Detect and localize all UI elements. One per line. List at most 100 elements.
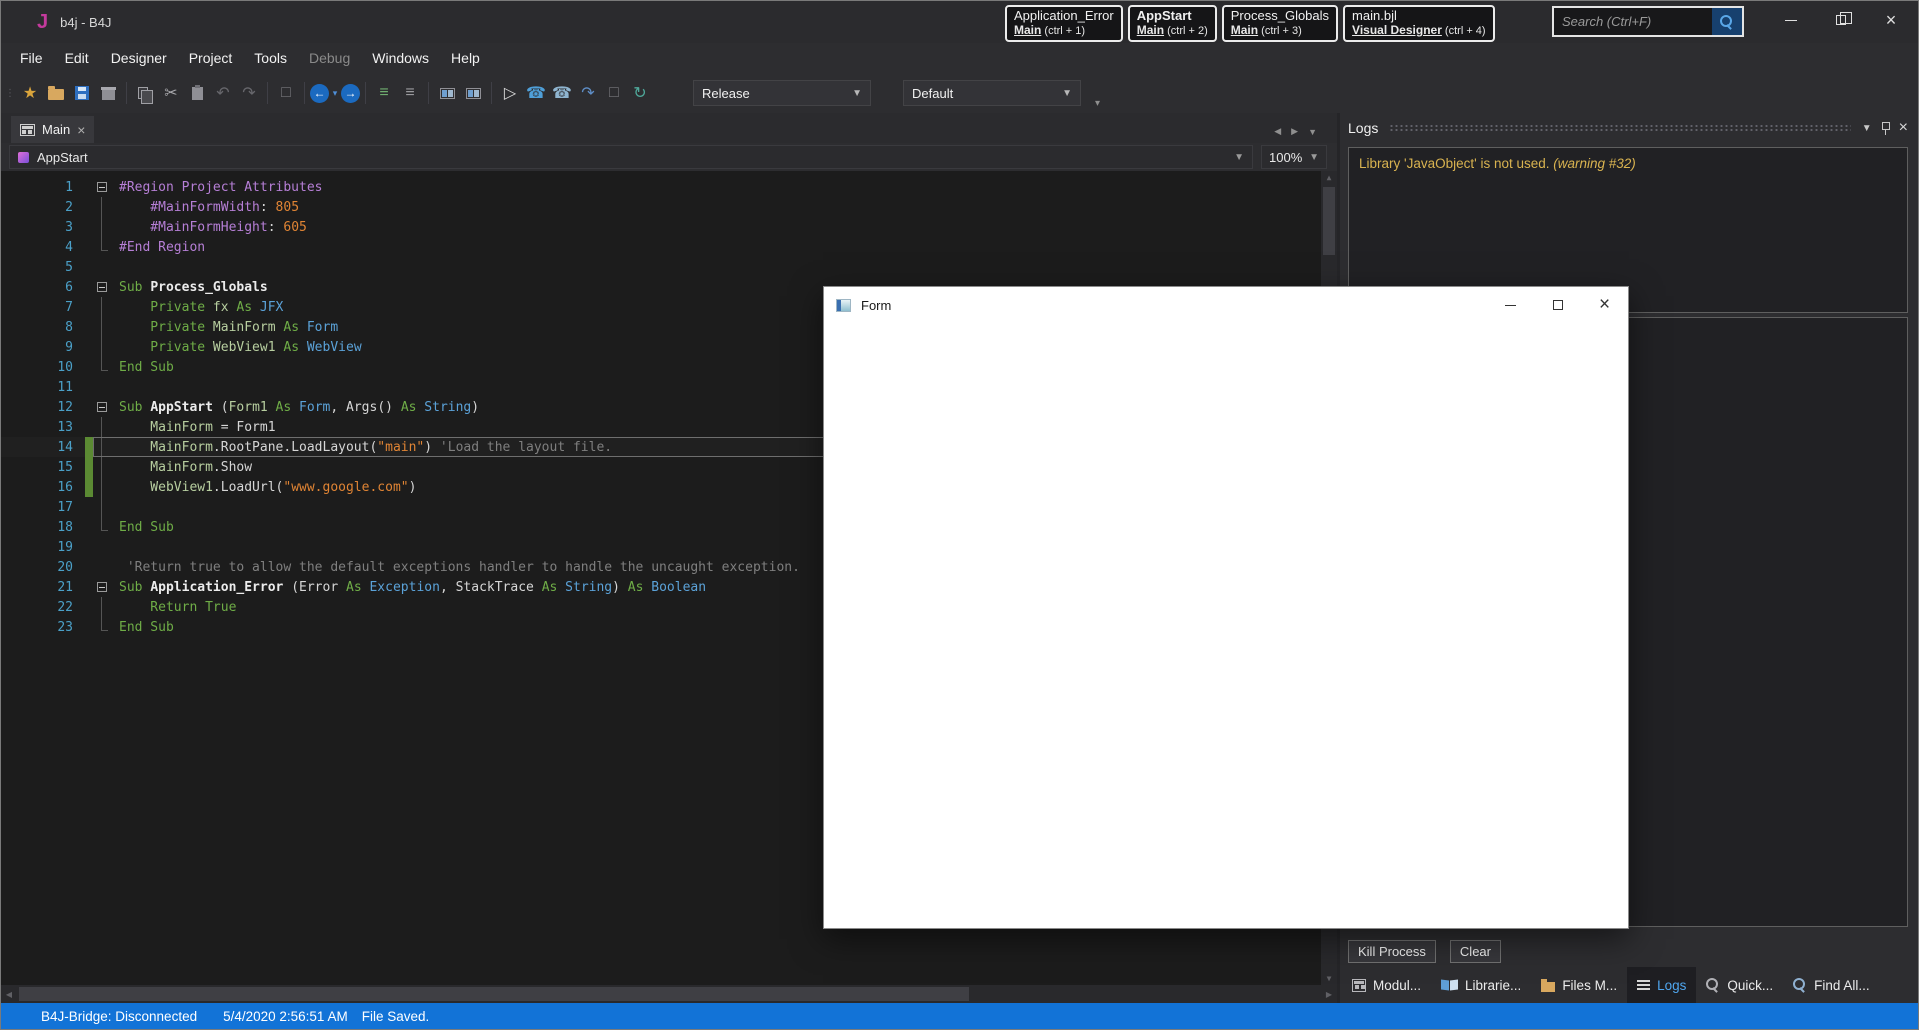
line-number[interactable]: 17 — [1, 500, 85, 515]
menu-debug[interactable]: Debug — [298, 45, 361, 71]
scroll-right-icon[interactable]: ▶ — [1321, 985, 1337, 1003]
scroll-left-icon[interactable]: ◀ — [1, 985, 17, 1003]
kill-process-button[interactable]: Kill Process — [1348, 939, 1436, 963]
save-icon[interactable] — [69, 81, 95, 105]
scroll-tabs-right-icon[interactable]: ▶ — [1291, 126, 1298, 137]
form-title-bar[interactable]: Form × — [824, 287, 1628, 323]
line-number[interactable]: 1 — [1, 180, 85, 195]
menu-help[interactable]: Help — [440, 45, 491, 71]
line-number[interactable]: 8 — [1, 320, 85, 335]
fold-column[interactable] — [93, 577, 111, 597]
panel-grip[interactable] — [1389, 123, 1851, 133]
export-package-icon[interactable] — [95, 81, 121, 105]
form-close-button[interactable]: × — [1581, 287, 1628, 323]
pause-icon[interactable]: □ — [601, 81, 627, 105]
line-number[interactable]: 23 — [1, 620, 85, 635]
line-number[interactable]: 20 — [1, 560, 85, 575]
line-number[interactable]: 16 — [1, 480, 85, 495]
open-project-icon[interactable] — [43, 81, 69, 105]
search-button[interactable] — [1712, 8, 1742, 35]
fold-column[interactable] — [93, 397, 111, 417]
line-number[interactable]: 4 — [1, 240, 85, 255]
redo-icon[interactable]: ↷ — [236, 81, 262, 105]
tab-list-icon[interactable]: ▼ — [1308, 127, 1317, 137]
cut-icon[interactable]: ✂ — [158, 81, 184, 105]
search-input[interactable]: Search (Ctrl+F) — [1554, 8, 1712, 35]
outline-icon[interactable]: ≡ — [371, 81, 397, 105]
line-number[interactable]: 2 — [1, 200, 85, 215]
tab-close-icon[interactable]: × — [77, 123, 85, 137]
fold-collapse-icon[interactable] — [97, 582, 107, 592]
line-number[interactable]: 10 — [1, 360, 85, 375]
numbered-list-icon[interactable]: ≡ — [397, 81, 423, 105]
fold-column[interactable] — [93, 277, 111, 297]
running-app-form-window[interactable]: Form × — [823, 286, 1629, 929]
line-number[interactable]: 21 — [1, 580, 85, 595]
menu-file[interactable]: File — [9, 45, 54, 71]
fold-collapse-icon[interactable] — [97, 402, 107, 412]
line-number[interactable]: 7 — [1, 300, 85, 315]
run-icon[interactable]: ▷ — [497, 81, 523, 105]
form-maximize-button[interactable] — [1534, 287, 1581, 323]
code-line-1[interactable]: 1 #Region Project Attributes — [1, 177, 1337, 197]
line-number[interactable]: 3 — [1, 220, 85, 235]
scroll-down-icon[interactable]: ▼ — [1321, 974, 1337, 983]
warning-message[interactable]: Library 'JavaObject' is not used. (warni… — [1349, 148, 1907, 179]
panel-tab-modul[interactable]: Modul... — [1342, 967, 1431, 1003]
build-configuration-select[interactable]: Release ▼ — [693, 80, 871, 106]
line-number[interactable]: 14 — [1, 440, 85, 455]
line-number[interactable]: 22 — [1, 600, 85, 615]
navigate-back-icon[interactable]: ← — [310, 83, 329, 103]
vertical-scrollbar-thumb[interactable] — [1323, 187, 1335, 255]
close-button[interactable]: × — [1866, 1, 1916, 39]
menu-designer[interactable]: Designer — [100, 45, 178, 71]
resume-icon[interactable]: ↷ — [575, 81, 601, 105]
line-number[interactable]: 15 — [1, 460, 85, 475]
scroll-up-icon[interactable]: ▲ — [1321, 173, 1337, 182]
new-project-icon[interactable]: ★ — [17, 81, 43, 105]
paste-icon[interactable] — [184, 81, 210, 105]
wireless-bridge-icon[interactable]: ☎ — [549, 81, 575, 105]
code-line-2[interactable]: 2 #MainFormWidth: 805 — [1, 197, 1337, 217]
fold-collapse-icon[interactable] — [97, 282, 107, 292]
code-line-4[interactable]: 4 #End Region — [1, 237, 1337, 257]
fold-collapse-icon[interactable] — [97, 182, 107, 192]
line-number[interactable]: 6 — [1, 280, 85, 295]
restore-button[interactable] — [1816, 1, 1866, 39]
split-editor-icon[interactable] — [434, 81, 460, 105]
sub-selector[interactable]: AppStart ▼ — [9, 145, 1253, 169]
module-shortcut-appstart[interactable]: AppStart Main (ctrl + 2) — [1127, 5, 1217, 42]
panel-close-icon[interactable]: × — [1899, 120, 1908, 136]
menu-edit[interactable]: Edit — [54, 45, 100, 71]
module-shortcut-process_globals[interactable]: Process_Globals Main (ctrl + 3) — [1221, 5, 1339, 42]
undo-icon[interactable]: ↶ — [210, 81, 236, 105]
menu-tools[interactable]: Tools — [243, 45, 298, 71]
scroll-tabs-left-icon[interactable]: ◀ — [1274, 126, 1281, 137]
navigate-forward-icon[interactable]: → — [341, 83, 360, 103]
horizontal-scrollbar-thumb[interactable] — [19, 987, 969, 1001]
code-line-3[interactable]: 3 #MainFormHeight: 605 — [1, 217, 1337, 237]
fold-column[interactable] — [93, 177, 111, 197]
copy-icon[interactable] — [132, 81, 158, 105]
line-number[interactable]: 18 — [1, 520, 85, 535]
horizontal-scrollbar[interactable]: ◀ ▶ — [1, 985, 1337, 1003]
line-number[interactable]: 13 — [1, 420, 85, 435]
form-minimize-button[interactable] — [1487, 287, 1534, 323]
toolbar-overflow-button[interactable]: ▾ — [1095, 98, 1100, 113]
rebuild-icon[interactable]: ↻ — [627, 81, 653, 105]
line-number[interactable]: 12 — [1, 400, 85, 415]
panel-tab-librarie[interactable]: Librarie... — [1431, 967, 1531, 1003]
pin-icon[interactable] — [1881, 121, 1890, 135]
module-shortcut-main.bjl[interactable]: main.bjl Visual Designer (ctrl + 4) — [1343, 5, 1495, 42]
menu-project[interactable]: Project — [178, 45, 244, 71]
menu-windows[interactable]: Windows — [361, 45, 440, 71]
module-shortcut-application_error[interactable]: Application_Error Main (ctrl + 1) — [1005, 5, 1123, 42]
zoom-selector[interactable]: 100% ▼ — [1261, 145, 1327, 169]
line-number[interactable]: 9 — [1, 340, 85, 355]
tab-main[interactable]: Main × — [11, 116, 95, 143]
panel-tab-quick[interactable]: Quick... — [1696, 967, 1783, 1003]
compare-modules-icon[interactable] — [460, 81, 486, 105]
bridge-icon[interactable]: ☎ — [523, 81, 549, 105]
panel-tab-logs[interactable]: Logs — [1627, 967, 1697, 1003]
line-number[interactable]: 11 — [1, 380, 85, 395]
